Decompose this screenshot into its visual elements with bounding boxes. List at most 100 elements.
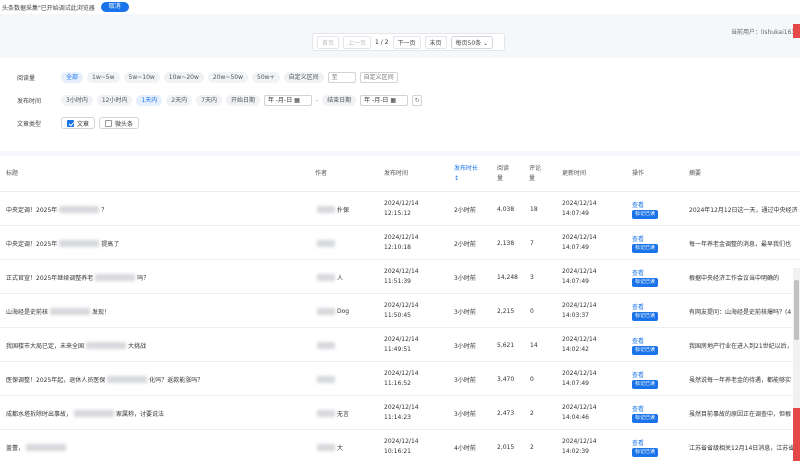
row-upd-clock: 14:07:49 — [562, 380, 589, 387]
row-updated: 2024/12/14 14:02:42 — [562, 328, 597, 362]
reads-chip-20w-50w[interactable]: 20w~50w — [207, 71, 249, 83]
row-pub-ago: 3小时前 — [454, 342, 476, 350]
table-row[interactable]: 正式官宣！2025年继续调整养老 吗？ 人 2024/12/14 11:51:39 3小时… — [0, 260, 800, 294]
row-pub-clock: 11:49:51 — [384, 346, 411, 353]
redacted-text — [59, 239, 100, 247]
row-pub-time: 2024/12/14 11:50:45 — [384, 294, 419, 328]
mark-read-button[interactable]: 标记已读 — [632, 311, 659, 321]
page-indicator: 1 / 2 — [375, 38, 389, 46]
debug-notice-text: 头条数据采集"已开始调试此浏览器 — [2, 4, 95, 12]
view-link[interactable]: 查看 — [632, 438, 644, 447]
mark-read-button[interactable]: 标记已读 — [632, 243, 659, 253]
table-row[interactable]: 盖蕾， 大 2024/12/14 10:16:21 4小时前 2,015 2 2024/12/… — [0, 430, 800, 461]
row-pub-clock: 11:16:52 — [384, 380, 411, 387]
header-pub-duration[interactable]: 发布时长 ↕ — [454, 164, 478, 184]
weitoutiao-checkbox-label: 微头条 — [115, 120, 134, 128]
article-checkbox-label: 文章 — [77, 120, 90, 128]
row-updated: 2024/12/14 14:02:39 — [562, 430, 597, 461]
row-title-end: 家属称，讨要说法 — [116, 410, 165, 418]
header-comments[interactable]: 评论量 — [529, 164, 543, 184]
redacted-text — [95, 273, 136, 281]
table-row[interactable]: 医保调整！2025年起，退休人员医保 化吗？返款能涨吗？ 2024/12/14 11:… — [0, 362, 800, 396]
row-title[interactable]: 成都水塔拆除时出事故， 家属称，讨要说法 — [6, 396, 306, 430]
mark-read-button[interactable]: 标记已读 — [632, 379, 659, 389]
per-page-select[interactable]: 每页50条 ⌄ — [450, 35, 494, 49]
table-row[interactable]: 中央定调！2025年 提高了 2024/12/14 12:10:18 2小时前 2,138… — [0, 226, 800, 260]
view-link[interactable]: 查看 — [632, 268, 644, 277]
table-row[interactable]: 中央定调！2025年 ？ 扑保 2024/12/14 12:15:12 2小时前 4,038… — [0, 192, 800, 226]
redacted-text — [107, 375, 148, 383]
cancel-button[interactable]: 取消 — [100, 2, 129, 12]
time-chip-1d[interactable]: 1天内 — [136, 94, 163, 106]
mark-read-button[interactable]: 标记已读 — [632, 447, 659, 457]
row-title[interactable]: 中央定调！2025年 提高了 — [6, 226, 306, 260]
end-date-label: 结束日期 — [322, 94, 357, 106]
row-title[interactable]: 医保调整！2025年起，退休人员医保 化吗？返款能涨吗？ — [6, 362, 306, 396]
mark-read-button[interactable]: 标记已读 — [632, 277, 659, 287]
time-chip-3h[interactable]: 3小时内 — [61, 94, 93, 106]
mark-read-button[interactable]: 标记已读 — [632, 345, 659, 355]
time-chip-7d[interactable]: 7天内 — [196, 94, 222, 106]
header-title[interactable]: 标题 — [6, 168, 18, 177]
start-date-value: 年 -月-日 — [267, 96, 293, 104]
mark-read-button[interactable]: 标记已读 — [632, 413, 659, 423]
first-page-button[interactable]: 首页 — [317, 35, 340, 49]
view-link[interactable]: 查看 — [632, 234, 644, 243]
refresh-icon[interactable]: ↻ — [412, 94, 423, 106]
row-pub-ago: 3小时前 — [454, 308, 476, 316]
prev-page-button[interactable]: 上一页 — [343, 35, 372, 49]
row-author — [315, 362, 337, 396]
scrollbar-thumb[interactable] — [794, 280, 799, 340]
reads-chip-5w-10w[interactable]: 5w~10w — [123, 71, 160, 83]
reads-chip-1w-5w[interactable]: 1w~5w — [87, 71, 120, 83]
row-pub-date: 2024/12/14 — [384, 302, 419, 309]
row-title-start: 中央定调！2025年 — [6, 206, 58, 214]
row-pub-clock: 10:16:21 — [384, 448, 411, 455]
row-title[interactable]: 盖蕾， — [6, 430, 306, 461]
time-chip-2d[interactable]: 2天内 — [166, 94, 193, 106]
table-row[interactable]: 成都水塔拆除时出事故， 家属称，讨要说法 无言 2024/12/14 11:14:23 3… — [0, 396, 800, 430]
header-author[interactable]: 作者 — [315, 168, 327, 177]
reads-max-input[interactable]: 自定义区间 — [359, 71, 398, 83]
row-title-start: 正式官宣！2025年继续调整养老 — [6, 274, 94, 282]
date-range-dash: - — [315, 96, 319, 104]
mark-read-button[interactable]: 标记已读 — [632, 209, 659, 219]
reads-range-sep: 至 — [331, 73, 338, 81]
view-link[interactable]: 查看 — [632, 404, 644, 413]
view-link[interactable]: 查看 — [632, 302, 644, 311]
last-page-button[interactable]: 末页 — [424, 35, 447, 49]
weitoutiao-checkbox[interactable]: 微头条 — [99, 117, 140, 129]
row-author-text: Dog — [337, 307, 350, 315]
next-page-button[interactable]: 下一页 — [392, 35, 421, 49]
view-link[interactable]: 查看 — [632, 336, 644, 345]
scrollbar[interactable] — [793, 268, 800, 461]
time-chip-12h[interactable]: 12小时内 — [96, 94, 133, 106]
header-pub-time[interactable]: 发布时间 — [384, 168, 408, 177]
reads-min-input[interactable]: 至 — [327, 71, 356, 83]
view-link[interactable]: 查看 — [632, 370, 644, 379]
header-updated[interactable]: 更新时间 — [562, 168, 586, 177]
user-action-tab[interactable] — [793, 24, 800, 38]
row-title[interactable]: 我国楼市大局已定，未来全国 大挑战 — [6, 328, 306, 362]
header-reads[interactable]: 阅读量 — [497, 164, 511, 184]
reads-chip-10w-20w[interactable]: 10w~20w — [163, 71, 204, 83]
article-checkbox[interactable]: 文章 — [61, 117, 96, 129]
table-row[interactable]: 我国楼市大局已定，未来全国 大挑战 2024/12/14 11:49:51 3小时前 5,… — [0, 328, 800, 362]
row-title[interactable]: 中央定调！2025年 ？ — [6, 192, 306, 226]
calendar-icon: ▦ — [390, 96, 396, 104]
row-upd-clock: 14:02:42 — [562, 346, 589, 353]
view-link[interactable]: 查看 — [632, 200, 644, 209]
start-date-input[interactable]: 年 -月-日 ▦ — [263, 94, 312, 106]
table-row[interactable]: 山海经是史前核 发现！ Dog 2024/12/14 11:50:45 3小时前 2,215… — [0, 294, 800, 328]
row-title[interactable]: 山海经是史前核 发现！ — [6, 294, 306, 328]
reads-chip-all[interactable]: 全部 — [61, 71, 84, 83]
row-title[interactable]: 正式官宣！2025年继续调整养老 吗？ — [6, 260, 306, 294]
end-date-input[interactable]: 年 -月-日 ▦ — [360, 94, 409, 106]
redacted-text — [317, 307, 335, 315]
reads-chip-custom[interactable]: 自定义区间 — [283, 71, 324, 83]
reads-chip-50w-plus[interactable]: 50w+ — [252, 71, 280, 83]
row-pub-ago: 2小时前 — [454, 240, 476, 248]
type-filter-label: 文章类型 — [17, 120, 42, 128]
row-upd-clock: 14:02:39 — [562, 448, 589, 455]
row-updated: 2024/12/14 14:07:49 — [562, 362, 597, 396]
